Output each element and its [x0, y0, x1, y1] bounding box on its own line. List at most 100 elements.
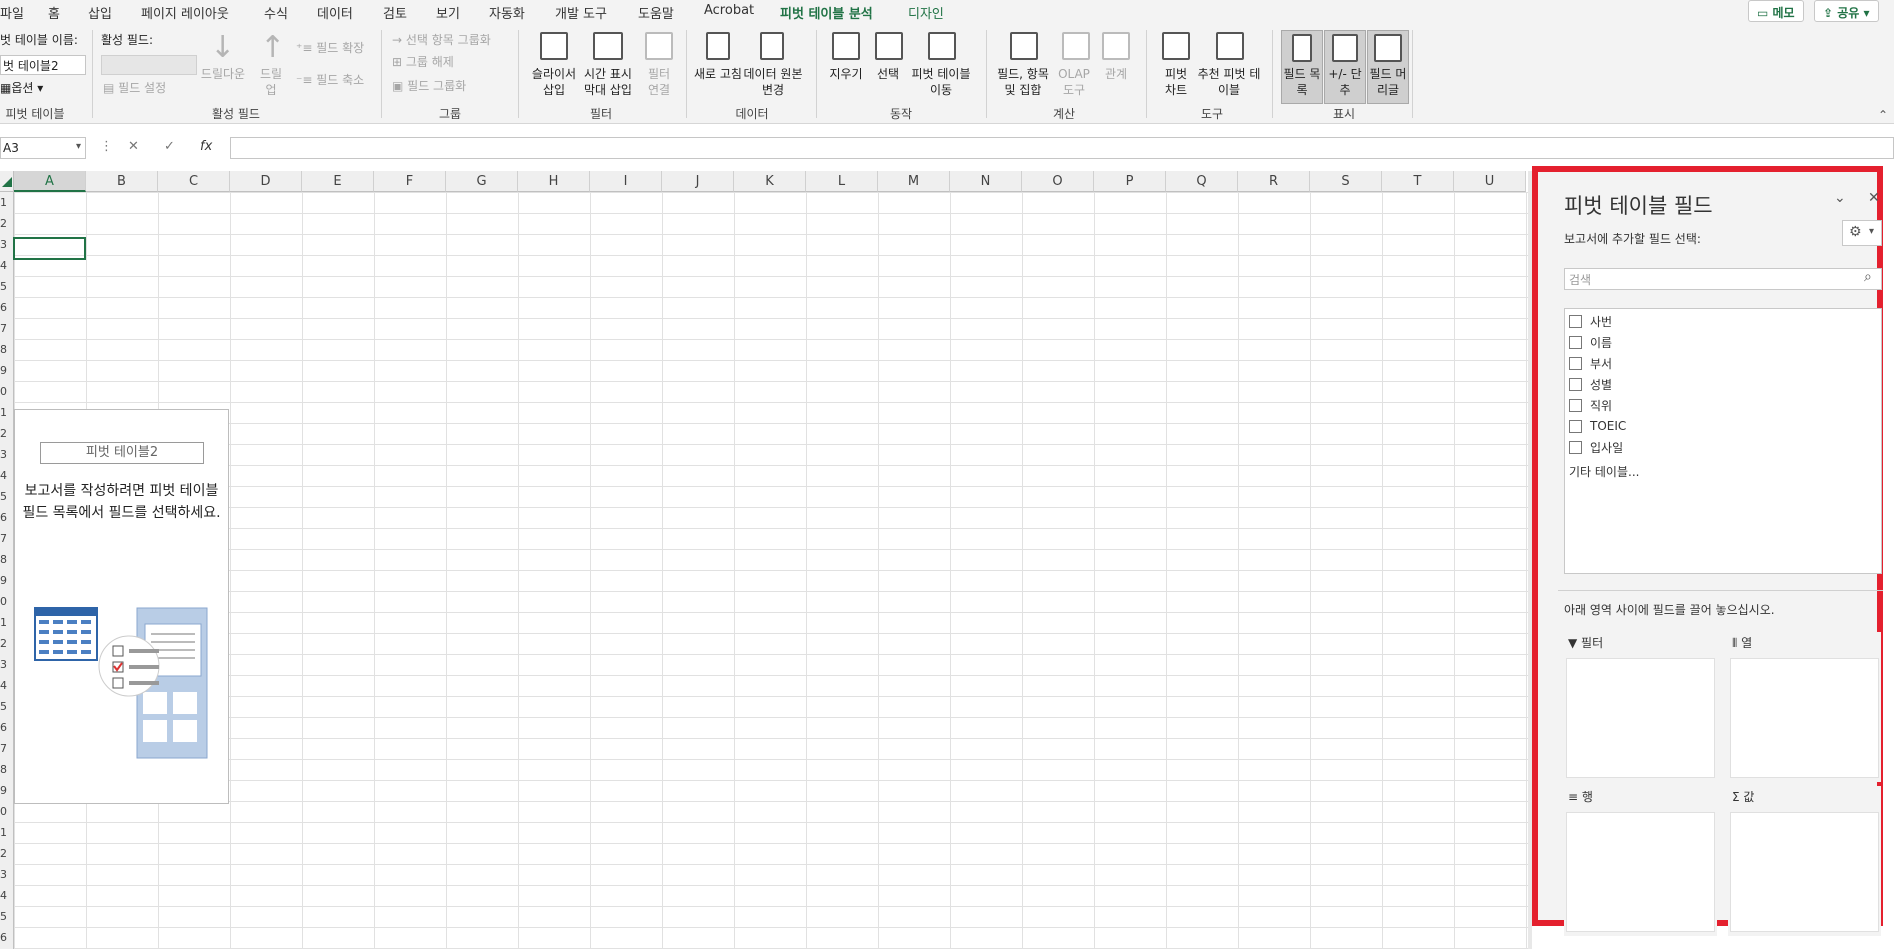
row-header[interactable]: 2	[0, 843, 14, 864]
row-header[interactable]: 8	[0, 339, 14, 360]
tab-data[interactable]: 데이터	[317, 3, 353, 22]
row-header[interactable]: 3	[0, 444, 14, 465]
options-button[interactable]: ▦옵션 ▾	[0, 80, 43, 96]
row-header[interactable]: 0	[0, 801, 14, 822]
filter-connections-button[interactable]: 필터 연결	[644, 66, 674, 98]
relationships-button[interactable]: 관계	[1098, 66, 1134, 82]
row-header[interactable]: 0	[0, 591, 14, 612]
row-header[interactable]: 5	[0, 906, 14, 927]
columns-drop-zone[interactable]	[1730, 658, 1879, 778]
field-item[interactable]: 사번	[1569, 311, 1612, 331]
insert-function-icon[interactable]: fx	[200, 139, 212, 154]
group-field-button[interactable]: ▣ 필드 그룹화	[392, 78, 466, 94]
tab-developer[interactable]: 개발 도구	[555, 3, 607, 22]
tab-acrobat[interactable]: Acrobat	[704, 3, 754, 18]
collapse-ribbon-icon[interactable]: ⌃	[1878, 108, 1888, 122]
tab-help[interactable]: 도움말	[638, 3, 674, 22]
field-item[interactable]: 입사일	[1569, 437, 1623, 457]
tab-automate[interactable]: 자동화	[489, 3, 525, 22]
checkbox[interactable]	[1569, 314, 1582, 328]
row-header[interactable]: 4	[0, 255, 14, 276]
column-header[interactable]: T	[1382, 171, 1454, 192]
row-header[interactable]: 1	[0, 822, 14, 843]
row-header[interactable]: 7	[0, 738, 14, 759]
column-header[interactable]: U	[1454, 171, 1526, 192]
row-header[interactable]: 5	[0, 276, 14, 297]
field-settings-button[interactable]: ▤ 필드 설정	[103, 80, 166, 96]
column-header[interactable]: C	[158, 171, 230, 192]
column-header[interactable]: Q	[1166, 171, 1238, 192]
field-item[interactable]: 이름	[1569, 332, 1612, 352]
row-header[interactable]: 4	[0, 885, 14, 906]
row-header[interactable]: 7	[0, 318, 14, 339]
column-header[interactable]: N	[950, 171, 1022, 192]
slicer-button[interactable]: 슬라이서 삽입	[526, 66, 582, 98]
collapse-field-button[interactable]: ⁻≡ 필드 축소	[296, 72, 364, 88]
tab-home[interactable]: 홈	[48, 3, 60, 22]
expand-field-button[interactable]: ⁺≡ 필드 확장	[296, 40, 364, 56]
row-header[interactable]: 7	[0, 528, 14, 549]
row-header[interactable]: 9	[0, 360, 14, 381]
tab-file[interactable]: 파일	[0, 3, 24, 22]
checkbox[interactable]	[1569, 335, 1582, 349]
rows-drop-zone[interactable]	[1566, 812, 1715, 932]
cell-area[interactable]	[14, 192, 1528, 949]
tab-review[interactable]: 검토	[383, 3, 407, 22]
row-header[interactable]: 6	[0, 507, 14, 528]
tab-design[interactable]: 디자인	[908, 3, 944, 22]
recommended-pivot-button[interactable]: 추천 피벗 테이블	[1194, 66, 1264, 98]
field-item[interactable]: TOEIC	[1569, 416, 1626, 436]
values-area[interactable]: Σ 값	[1728, 786, 1881, 936]
close-icon[interactable]: ✕	[1868, 190, 1880, 206]
row-header[interactable]: 8	[0, 759, 14, 780]
share-button[interactable]: ⇪ 공유 ▾	[1814, 0, 1879, 22]
column-header[interactable]: G	[446, 171, 518, 192]
row-header[interactable]: 9	[0, 780, 14, 801]
row-header[interactable]: 9	[0, 570, 14, 591]
column-header[interactable]: K	[734, 171, 806, 192]
values-drop-zone[interactable]	[1730, 812, 1879, 932]
column-header[interactable]: B	[86, 171, 158, 192]
row-header[interactable]: 5	[0, 486, 14, 507]
filters-drop-zone[interactable]	[1566, 658, 1715, 778]
active-field-input[interactable]	[101, 55, 197, 75]
row-header[interactable]: 4	[0, 465, 14, 486]
drill-up-button[interactable]: 드릴 업	[256, 66, 286, 98]
checkbox[interactable]	[1569, 398, 1582, 412]
row-header[interactable]: 1	[0, 402, 14, 423]
pivot-table-placeholder[interactable]: 피벗 테이블2 보고서를 작성하려면 피벗 테이블 필드 목록에서 필드를 선택…	[14, 409, 229, 804]
row-header[interactable]: 2	[0, 213, 14, 234]
column-header[interactable]: D	[230, 171, 302, 192]
checkbox[interactable]	[1569, 377, 1582, 391]
row-header[interactable]: 3	[0, 864, 14, 885]
tab-view[interactable]: 보기	[436, 3, 460, 22]
row-header[interactable]: 6	[0, 717, 14, 738]
row-header[interactable]: 6	[0, 927, 14, 948]
group-selection-button[interactable]: → 선택 항목 그룹화	[392, 32, 491, 48]
fields-items-button[interactable]: 필드, 항목 및 집합	[990, 66, 1056, 98]
cancel-icon[interactable]: ✕	[128, 139, 139, 154]
selected-cell[interactable]	[13, 237, 86, 260]
row-header[interactable]: 0	[0, 381, 14, 402]
column-header[interactable]: R	[1238, 171, 1310, 192]
drill-down-button[interactable]: 드릴다운	[197, 66, 249, 82]
select-button[interactable]: 선택	[868, 66, 908, 82]
move-pivot-button[interactable]: 피벗 테이블 이동	[906, 66, 976, 98]
row-header[interactable]: 8	[0, 549, 14, 570]
name-box[interactable]: A3 ▾	[0, 137, 86, 159]
row-header[interactable]: 6	[0, 297, 14, 318]
column-header[interactable]: M	[878, 171, 950, 192]
column-header[interactable]: I	[590, 171, 662, 192]
column-header[interactable]: P	[1094, 171, 1166, 192]
clear-button[interactable]: 지우기	[824, 66, 868, 82]
pivot-name-input[interactable]: 벗 테이블2	[0, 55, 86, 75]
column-header[interactable]: S	[1310, 171, 1382, 192]
row-header[interactable]: 3	[0, 234, 14, 255]
worksheet-grid[interactable]: ABCDEFGHIJKLMNOPQRSTU 123456789012345678…	[0, 171, 1528, 949]
checkbox[interactable]	[1569, 356, 1582, 370]
tab-page-layout[interactable]: 페이지 레이아웃	[141, 3, 229, 22]
row-header[interactable]: 3	[0, 654, 14, 675]
column-header[interactable]: H	[518, 171, 590, 192]
enter-icon[interactable]: ✓	[164, 139, 175, 154]
chevron-down-icon[interactable]: ⌄	[1834, 190, 1846, 206]
